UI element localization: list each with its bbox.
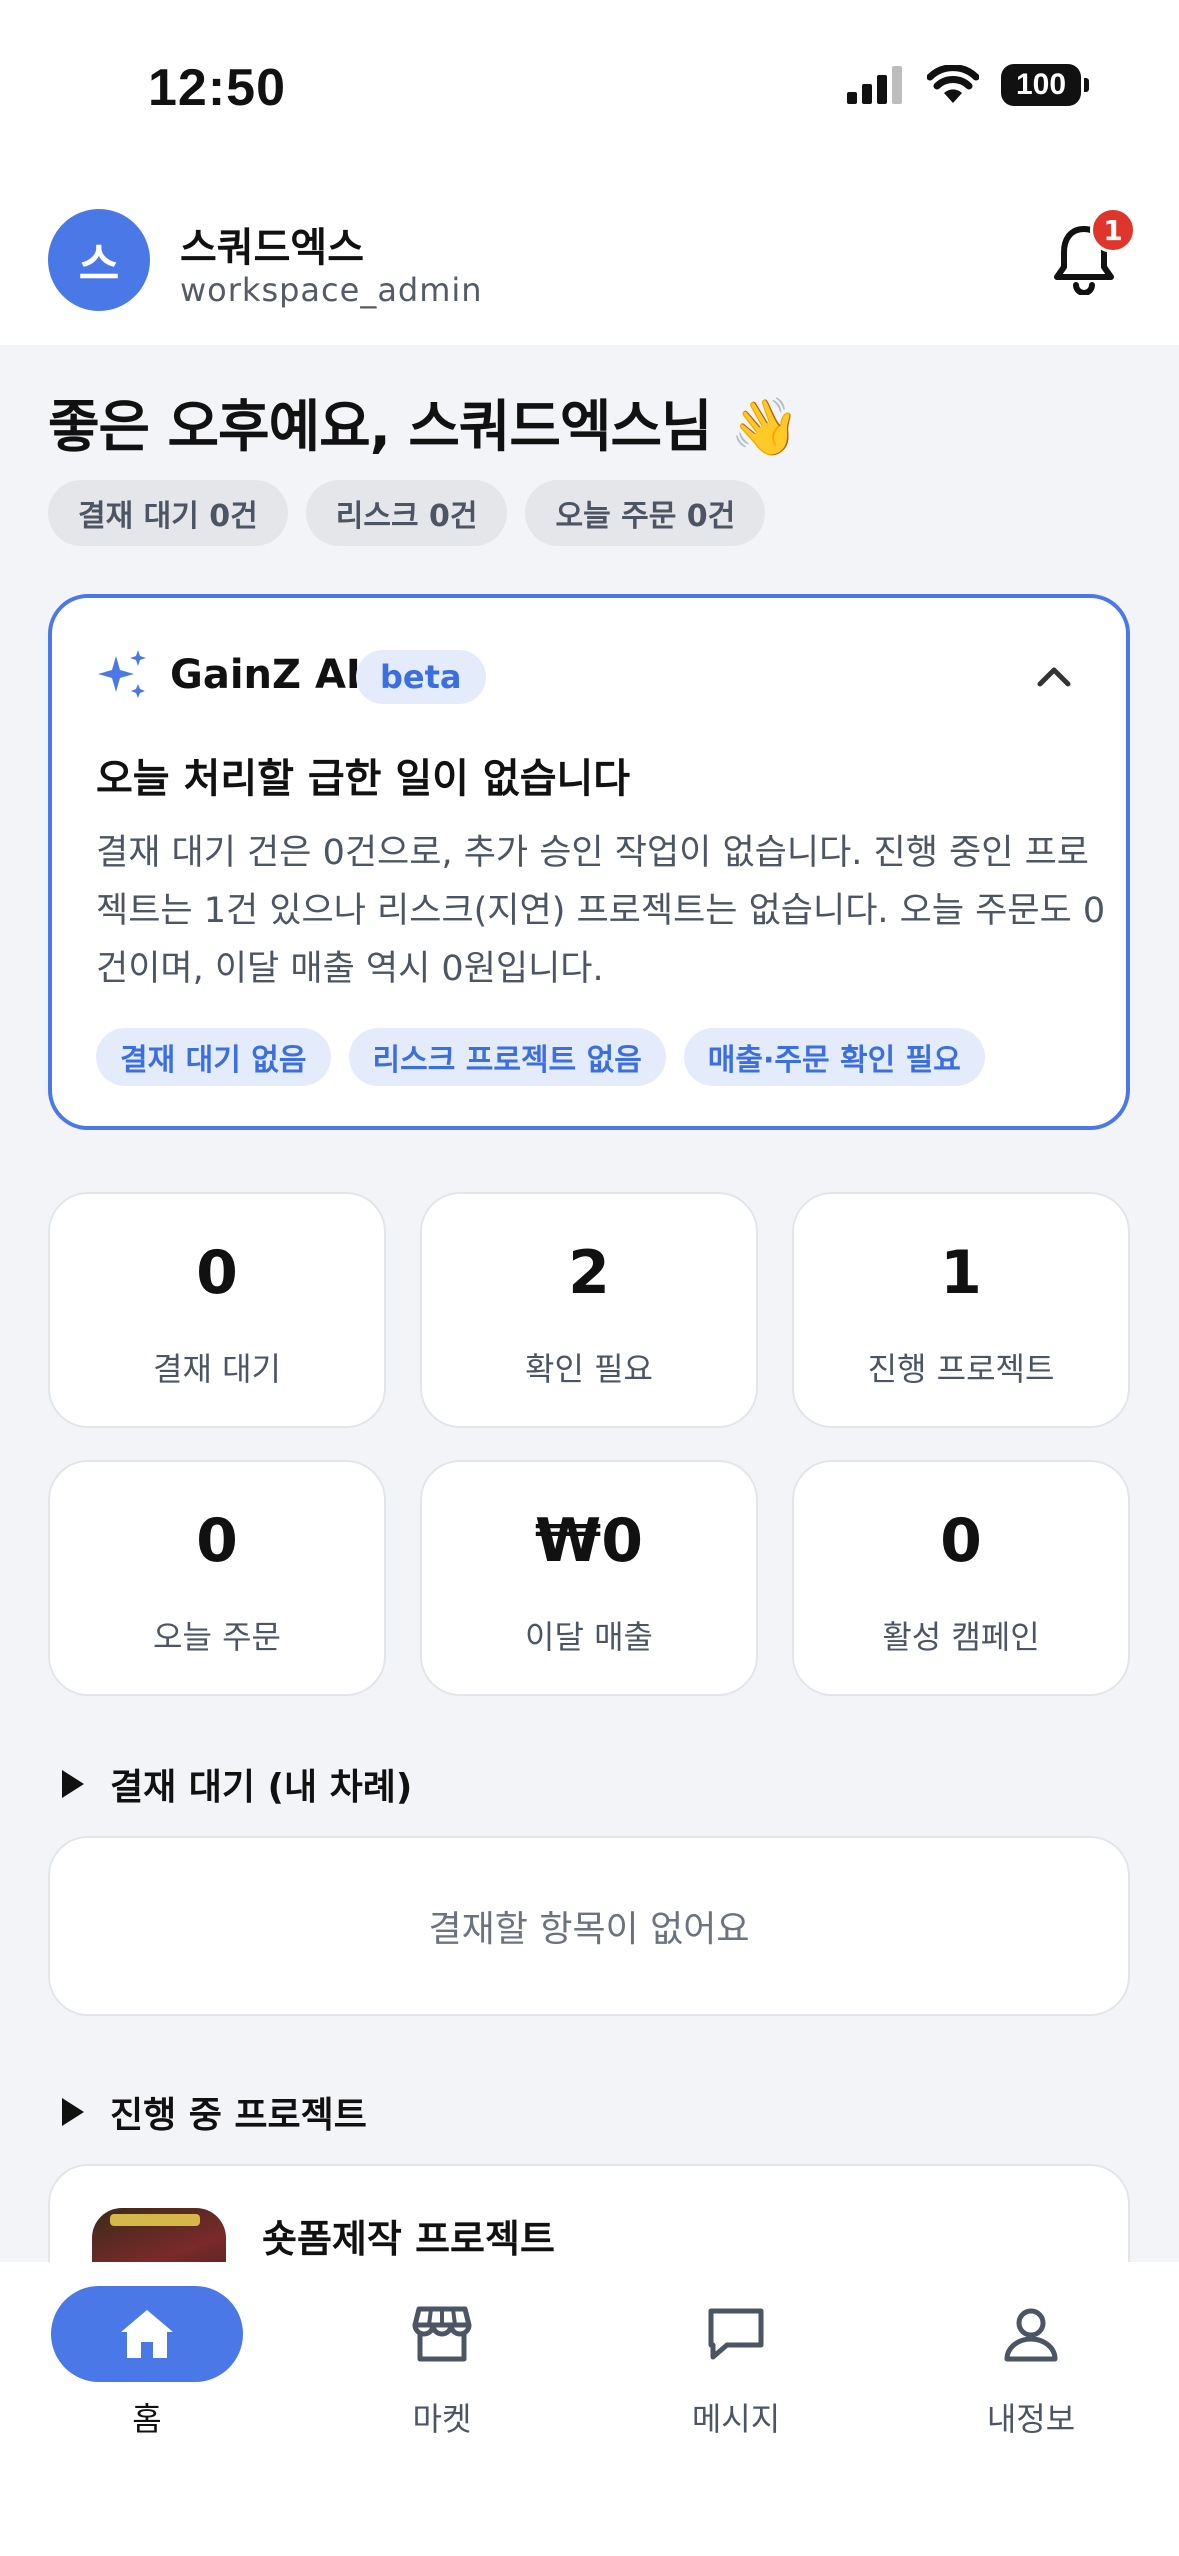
tab-home[interactable]: 홈 [47,2286,247,2440]
ai-title: GainZ AI [170,652,361,698]
ai-tag[interactable]: 결재 대기 없음 [96,1028,331,1086]
tab-profile-pill [935,2286,1127,2382]
tab-label: 홈 [132,2400,162,2438]
stat-value: 0 [196,1238,238,1308]
ai-tag[interactable]: 매출·주문 확인 필요 [683,1028,985,1086]
section-title: 진행 중 프로젝트 [110,2095,367,2136]
stat-label: 오늘 주문 [153,1618,281,1656]
status-time: 12:50 [148,59,286,117]
stat-label: 확인 필요 [525,1350,653,1388]
workspace-role: workspace_admin [180,271,483,309]
stat-pending-approvals[interactable]: 0 결재 대기 [48,1192,386,1428]
tab-messages-pill [640,2286,832,2382]
caret-right-icon [62,1770,84,1798]
projects-section-toggle[interactable]: 진행 중 프로젝트 [62,2086,367,2138]
signal-icon [847,66,902,104]
stat-label: 진행 프로젝트 [867,1350,1055,1388]
stat-label: 이달 매출 [525,1618,653,1656]
notification-badge: 1 [1090,207,1136,253]
home-icon [121,2310,173,2358]
tab-home-pill [51,2286,243,2382]
chip-today-orders[interactable]: 오늘 주문 0건 [525,480,766,546]
tab-label: 마켓 [412,2400,472,2438]
approvals-empty-state: 결재할 항목이 없어요 [48,1836,1130,2016]
chevron-up-icon[interactable] [1032,656,1076,696]
chip-pending-approvals[interactable]: 결재 대기 0건 [48,480,288,546]
store-icon [412,2306,472,2362]
project-name: 숏폼제작 프로젝트 [262,2217,555,2261]
tab-profile[interactable]: 내정보 [931,2286,1131,2440]
greeting-title: 좋은 오후예요, 스쿼드엑스님 👋 [48,395,800,460]
stat-active-projects[interactable]: 1 진행 프로젝트 [792,1192,1130,1428]
stat-value: 0 [940,1506,982,1576]
ai-headline: 오늘 처리할 급한 일이 없습니다 [96,756,631,802]
status-bar: 12:50 100 [0,0,1179,175]
stat-monthly-revenue[interactable]: ₩0 이달 매출 [420,1460,758,1696]
battery-icon: 100 [1001,64,1089,106]
sparkle-icon [98,650,146,698]
workspace-avatar[interactable]: 스 [48,209,150,311]
ai-tag[interactable]: 리스크 프로젝트 없음 [348,1028,666,1086]
bottom-tab-bar: 홈 마켓 메시지 내정보 [0,2262,1179,2556]
caret-right-icon [62,2098,84,2126]
status-icons: 100 [847,64,1089,106]
stat-today-orders[interactable]: 0 오늘 주문 [48,1460,386,1696]
tab-market[interactable]: 마켓 [342,2286,542,2440]
summary-chips: 결재 대기 0건 리스크 0건 오늘 주문 0건 [48,480,766,546]
app-header: 스 스쿼드엑스 workspace_admin 1 [0,175,1179,345]
wifi-icon [927,65,979,103]
stat-needs-check[interactable]: 2 확인 필요 [420,1192,758,1428]
approvals-section-toggle[interactable]: 결재 대기 (내 차례) [62,1758,412,1810]
stat-active-campaigns[interactable]: 0 활성 캠페인 [792,1460,1130,1696]
stat-value: 0 [196,1506,238,1576]
ai-summary-card: GainZ AI beta 오늘 처리할 급한 일이 없습니다 결재 대기 건은… [48,594,1130,1130]
message-icon [708,2308,764,2360]
chip-risks[interactable]: 리스크 0건 [305,480,508,546]
stat-label: 결재 대기 [153,1350,281,1388]
empty-text: 결재할 항목이 없어요 [428,1909,750,1950]
workspace-name: 스쿼드엑스 [180,225,364,271]
stat-label: 활성 캠페인 [882,1618,1040,1656]
stat-value: ₩0 [535,1506,643,1576]
battery-level: 100 [1015,68,1067,101]
tab-label: 내정보 [986,2400,1076,2438]
ai-tags: 결재 대기 없음 리스크 프로젝트 없음 매출·주문 확인 필요 [96,1028,985,1086]
user-icon [1004,2308,1058,2362]
avatar-initial: 스 [78,239,120,290]
stat-value: 1 [940,1238,982,1308]
tab-market-pill [346,2286,538,2382]
stat-value: 2 [568,1238,610,1308]
tab-label: 메시지 [691,2400,781,2438]
section-title: 결재 대기 (내 차례) [110,1767,413,1808]
tab-messages[interactable]: 메시지 [636,2286,836,2440]
ai-body: 결재 대기 건은 0건으로, 추가 승인 작업이 없습니다. 진행 중인 프로젝… [96,833,1106,989]
beta-badge: beta [356,650,486,704]
